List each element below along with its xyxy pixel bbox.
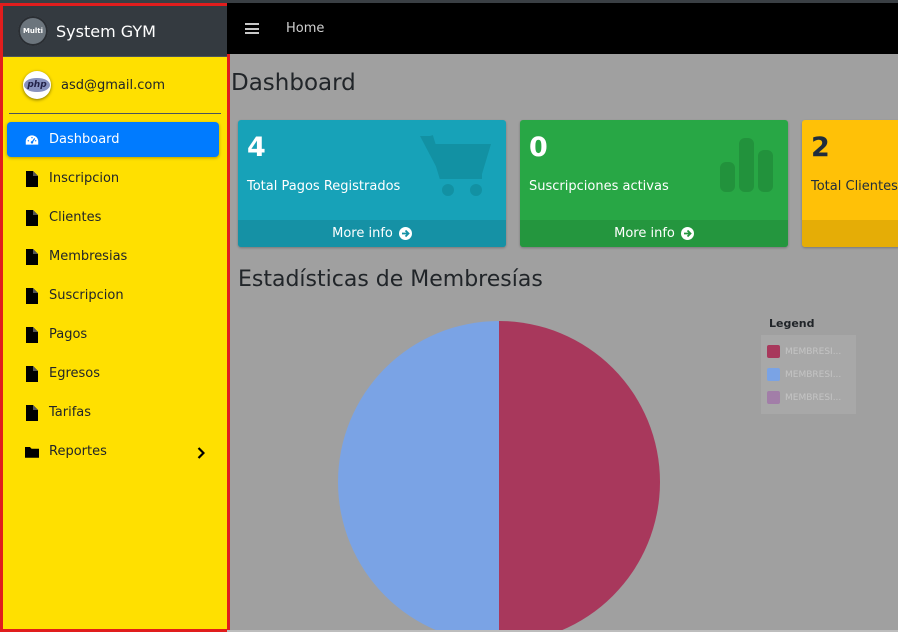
brand-logo: Multi <box>18 16 48 46</box>
menu-toggle-icon[interactable] <box>245 21 259 37</box>
legend-swatch <box>767 345 780 358</box>
stat-number: 4 <box>247 132 266 163</box>
arrow-circle-right-icon <box>398 227 412 240</box>
legend-swatch <box>767 368 780 381</box>
sidebar-item-suscripcion[interactable]: Suscripcion <box>7 278 219 313</box>
chevron-right-icon <box>197 444 206 463</box>
legend-label: MEMBRESI... <box>785 369 842 380</box>
stat-box-suscripciones: 0 Suscripciones activas More info <box>520 120 788 247</box>
stat-number: 0 <box>529 132 548 163</box>
file-icon <box>25 248 39 265</box>
sidebar-item-pagos[interactable]: Pagos <box>7 317 219 352</box>
stat-label: Total Clientes <box>811 179 898 194</box>
arrow-circle-right-icon <box>680 227 694 240</box>
sidebar-item-inscripcion[interactable]: Inscripcion <box>7 161 219 196</box>
stat-label: Total Pagos Registrados <box>247 179 401 194</box>
pie-slice-0[interactable] <box>499 321 660 632</box>
more-info-label: More info <box>332 226 393 241</box>
legend-list: MEMBRESI... MEMBRESI... MEMBRESI... <box>761 335 856 414</box>
legend-item[interactable]: MEMBRESI... <box>767 363 850 386</box>
sidebar: Multi System GYM php asd@gmail.com Dashb… <box>0 3 230 632</box>
sidebar-item-label: Egresos <box>49 366 101 381</box>
file-icon <box>25 326 39 343</box>
page-title: Dashboard <box>231 70 356 96</box>
sidebar-item-label: Dashboard <box>49 132 120 147</box>
stat-box-pagos: 4 Total Pagos Registrados More info <box>238 120 506 247</box>
sidebar-item-membresias[interactable]: Membresias <box>7 239 219 274</box>
sidebar-item-reportes[interactable]: Reportes <box>7 434 219 469</box>
folder-icon <box>25 444 39 460</box>
sidebar-item-egresos[interactable]: Egresos <box>7 356 219 391</box>
stat-label: Suscripciones activas <box>529 179 669 194</box>
chart-legend: Legend MEMBRESI... MEMBRESI... MEMBRESI... <box>761 317 856 414</box>
sidebar-item-tarifas[interactable]: Tarifas <box>7 395 219 430</box>
sidebar-item-label: Clientes <box>49 210 102 225</box>
pie-slice-1[interactable] <box>338 321 499 632</box>
file-icon <box>25 287 39 304</box>
section-title: Estadísticas de Membresías <box>238 267 543 292</box>
user-email[interactable]: asd@gmail.com <box>61 78 165 93</box>
membership-pie-chart <box>338 321 660 632</box>
top-navbar: Home <box>227 3 898 54</box>
legend-item[interactable]: MEMBRESI... <box>767 340 850 363</box>
legend-label: MEMBRESI... <box>785 392 842 403</box>
legend-swatch <box>767 391 780 404</box>
sidebar-item-label: Suscripcion <box>49 288 124 303</box>
sidebar-nav: Dashboard Inscripcion Clientes Membresia… <box>3 114 227 469</box>
file-icon <box>25 365 39 382</box>
bar-chart-icon <box>720 138 773 192</box>
more-info-link[interactable]: More info <box>520 220 788 247</box>
sidebar-item-clientes[interactable]: Clientes <box>7 200 219 235</box>
file-icon <box>25 404 39 421</box>
legend-title: Legend <box>769 317 815 330</box>
file-icon <box>25 170 39 187</box>
sidebar-item-label: Membresias <box>49 249 128 264</box>
legend-label: MEMBRESI... <box>785 346 842 357</box>
sidebar-item-label: Pagos <box>49 327 88 342</box>
shopping-cart-icon <box>420 135 491 196</box>
more-info-link[interactable] <box>802 220 898 247</box>
more-info-link[interactable]: More info <box>238 220 506 247</box>
stat-box-clientes: 2 Total Clientes <box>802 120 898 247</box>
stat-number: 2 <box>811 132 830 163</box>
sidebar-item-label: Tarifas <box>49 405 92 420</box>
file-icon <box>25 209 39 226</box>
sidebar-item-label: Inscripcion <box>49 171 120 186</box>
home-link[interactable]: Home <box>286 21 324 36</box>
legend-item[interactable]: MEMBRESI... <box>767 386 850 409</box>
dashboard-icon <box>25 132 39 148</box>
brand-title: System GYM <box>56 21 156 41</box>
sidebar-item-dashboard[interactable]: Dashboard <box>7 122 219 157</box>
avatar-text: php <box>24 78 50 92</box>
brand-link[interactable]: Multi System GYM <box>3 6 227 57</box>
user-panel[interactable]: php asd@gmail.com <box>9 57 221 114</box>
avatar: php <box>23 71 51 99</box>
main-content: Dashboard 4 Total Pagos Registrados More… <box>227 54 898 632</box>
sidebar-item-label: Reportes <box>49 444 107 459</box>
more-info-label: More info <box>614 226 675 241</box>
